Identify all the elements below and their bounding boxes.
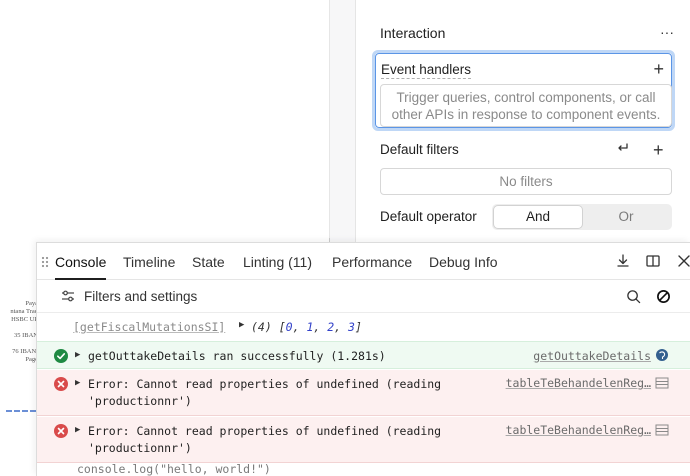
event-handlers-empty-state[interactable]: Trigger queries, control components, or … xyxy=(380,84,672,127)
doc-line: Paya xyxy=(25,300,38,307)
error-x-icon xyxy=(54,424,68,438)
debug-console-panel: Console Timeline State Linting (11) Perf… xyxy=(36,242,690,476)
console-input-row[interactable]: console.log("hello, world!") xyxy=(37,462,690,476)
drag-handle-icon[interactable] xyxy=(41,256,49,268)
add-event-handler-icon[interactable]: + xyxy=(653,60,664,78)
expand-triangle-icon[interactable]: ▶ xyxy=(239,320,244,330)
tab-performance[interactable]: Performance xyxy=(332,243,412,280)
expand-triangle-icon[interactable]: ▶ xyxy=(75,350,80,360)
return-icon[interactable] xyxy=(616,141,630,155)
section-title: Interaction xyxy=(380,25,446,41)
log-message: Error: Cannot read properties of undefin… xyxy=(88,377,449,408)
doc-spacer xyxy=(0,324,38,332)
doc-spacer xyxy=(0,340,38,348)
operator-toggle: And Or xyxy=(492,204,672,230)
log-message: getOuttakeDetails ran successfully (1.28… xyxy=(88,349,386,363)
operator-or-option[interactable]: Or xyxy=(582,206,670,228)
download-icon[interactable] xyxy=(615,253,631,269)
document-preview-text: Paya ntana Trad HSBC UP 35 IBAN 76 IBAN:… xyxy=(0,300,38,364)
operator-and-option[interactable]: And xyxy=(494,206,582,228)
more-options-icon[interactable]: ··· xyxy=(660,22,674,42)
log-message: Error: Cannot read properties of undefin… xyxy=(88,424,449,455)
filter-settings-icon[interactable] xyxy=(61,290,75,302)
close-icon[interactable] xyxy=(676,253,690,269)
doc-line: 76 IBAN: xyxy=(12,348,38,355)
expand-triangle-icon[interactable]: ▶ xyxy=(75,425,80,435)
tab-state[interactable]: State xyxy=(192,243,225,280)
default-filters-label: Default filters xyxy=(380,142,459,157)
event-handlers-section: Event handlers + Trigger queries, contro… xyxy=(372,50,675,131)
success-check-icon xyxy=(54,349,68,363)
array-item: 3 xyxy=(348,320,355,334)
log-source-name[interactable]: [getFiscalMutationsSI] xyxy=(73,320,225,334)
error-x-icon xyxy=(54,377,68,391)
default-operator-label: Default operator xyxy=(380,209,477,224)
array-item: 0 xyxy=(285,320,293,334)
table-component-icon xyxy=(655,377,669,389)
doc-line: Page xyxy=(25,356,38,363)
console-log-error: ▶ Error: Cannot read properties of undef… xyxy=(37,417,690,463)
doc-line: 35 IBAN xyxy=(13,332,38,339)
tab-console[interactable]: Console xyxy=(55,243,107,280)
event-handlers-label: Event handlers xyxy=(381,62,472,79)
no-filters-box: No filters xyxy=(380,168,672,195)
console-tabs-bar: Console Timeline State Linting (11) Perf… xyxy=(37,243,690,280)
tab-timeline[interactable]: Timeline xyxy=(123,243,175,280)
log-source-link[interactable]: getOuttakeDetails xyxy=(533,349,651,363)
default-filters-row: Default filters + xyxy=(380,140,675,160)
expand-triangle-icon[interactable]: ▶ xyxy=(75,378,80,388)
console-log-success: ▶ getOuttakeDetails ran successfully (1.… xyxy=(37,341,690,369)
clear-console-icon[interactable] xyxy=(656,289,671,304)
selection-dashed-line xyxy=(6,410,36,412)
console-filter-bar: Filters and settings xyxy=(37,280,690,313)
array-preview: (4) [0, 1, 2, 3] xyxy=(251,320,362,334)
console-log-error: ▶ Error: Cannot read properties of undef… xyxy=(37,370,690,416)
split-panel-icon[interactable] xyxy=(645,253,661,269)
query-resource-icon xyxy=(656,349,668,361)
add-filter-icon[interactable]: + xyxy=(653,141,664,159)
array-count: (4) xyxy=(251,320,272,334)
array-item: 1 xyxy=(306,320,314,334)
array-item: 2 xyxy=(327,320,335,334)
log-source-link[interactable]: tableTeBehandelenReg… xyxy=(506,423,651,437)
console-log-array: [getFiscalMutationsSI] ▶ (4) [0, 1, 2, 3… xyxy=(37,315,690,339)
doc-line: HSBC UP xyxy=(11,316,38,323)
table-component-icon xyxy=(655,424,669,436)
search-icon[interactable] xyxy=(626,289,641,304)
log-source-link[interactable]: tableTeBehandelenReg… xyxy=(506,376,651,390)
filters-and-settings-button[interactable]: Filters and settings xyxy=(84,280,197,313)
default-operator-row: Default operator And Or xyxy=(380,204,675,230)
tab-debug-info[interactable]: Debug Info xyxy=(429,243,498,280)
tab-linting[interactable]: Linting (11) xyxy=(243,243,312,280)
interaction-section-header: Interaction ··· xyxy=(380,22,680,44)
console-input[interactable]: console.log("hello, world!") xyxy=(77,462,271,476)
doc-line: ntana Trad xyxy=(10,308,38,315)
